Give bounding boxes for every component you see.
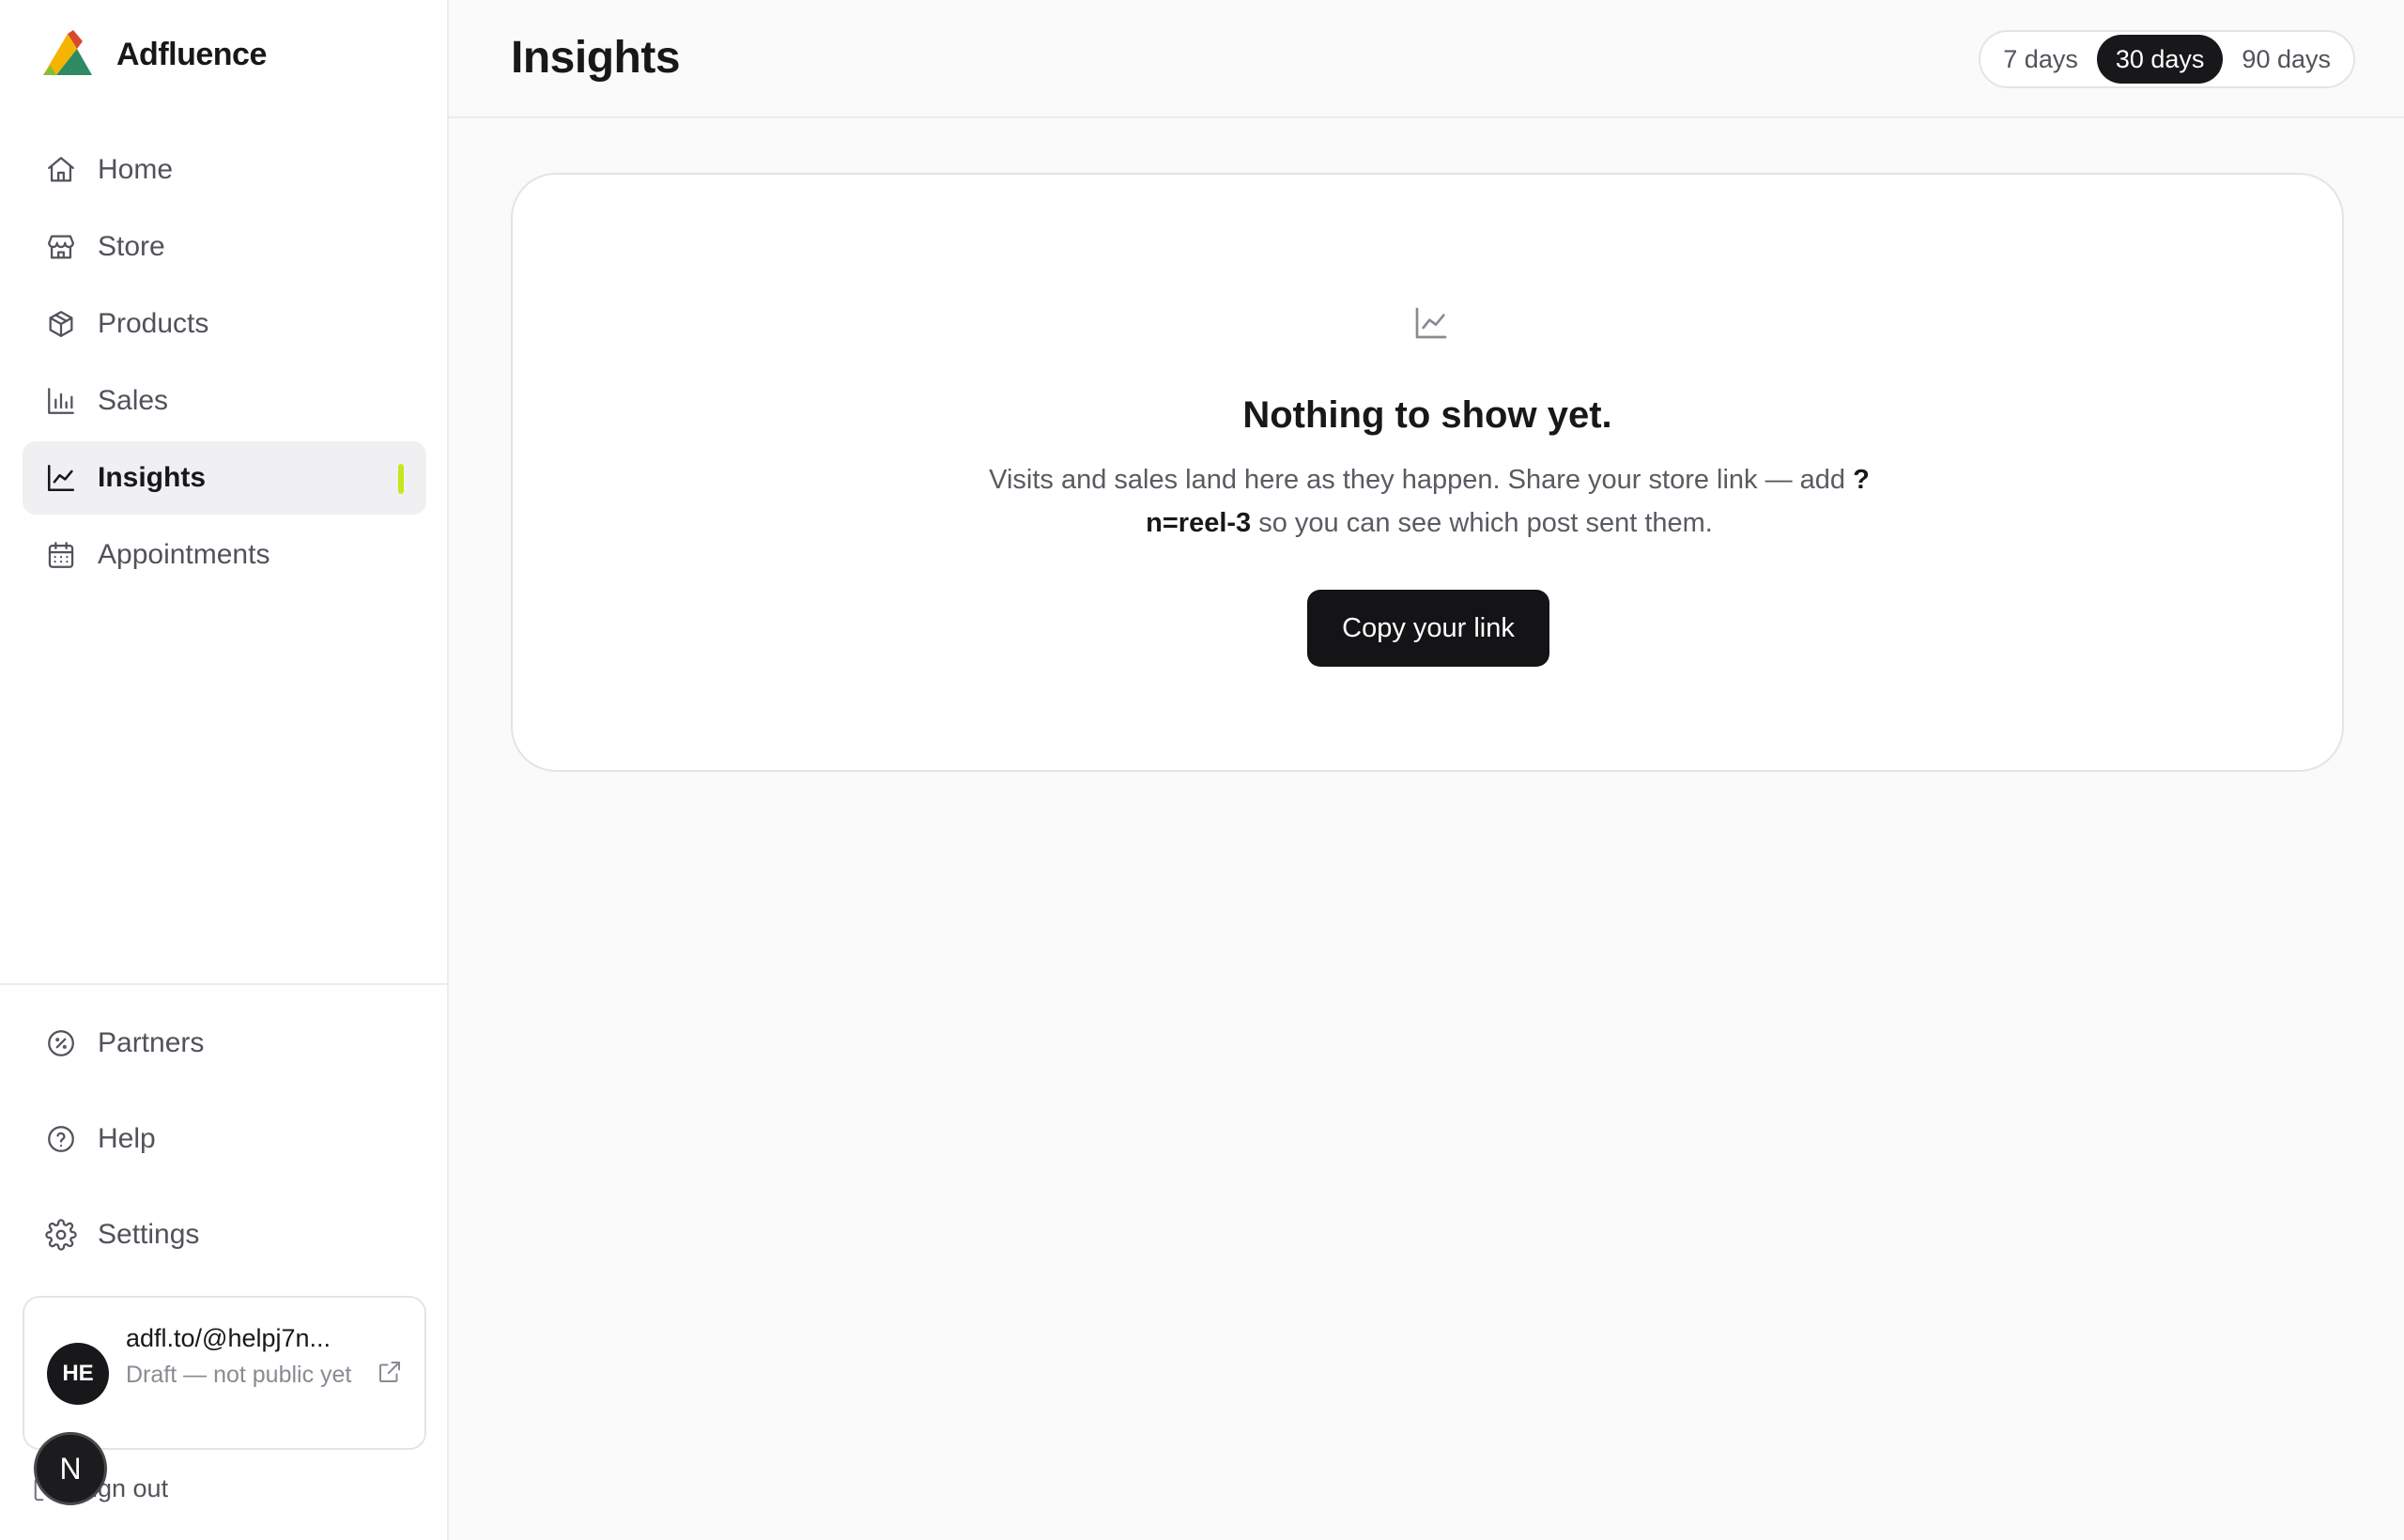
sidebar-item-label: Settings (98, 1219, 200, 1250)
sidebar-item-appointments[interactable]: Appointments (23, 518, 426, 592)
page-header: Insights 7 days 30 days 90 days (449, 0, 2404, 118)
sidebar-divider (0, 983, 447, 985)
profile-url: adfl.to/@helpj7n... (126, 1324, 331, 1352)
sidebar-item-settings[interactable]: Settings (23, 1198, 426, 1271)
sidebar-item-help[interactable]: Help (23, 1102, 426, 1176)
bar-chart-icon (45, 385, 77, 417)
sidebar-item-label: Appointments (98, 539, 270, 570)
help-circle-icon (45, 1123, 77, 1155)
range-90-days[interactable]: 90 days (2223, 35, 2350, 84)
profile-status: Draft — not public yet (126, 1362, 352, 1388)
adfluence-logo (43, 30, 92, 75)
external-link-icon[interactable] (376, 1358, 404, 1386)
page-title: Insights (511, 33, 681, 83)
sidebar-item-home[interactable]: Home (23, 133, 426, 207)
active-indicator (398, 464, 404, 494)
copy-link-button[interactable]: Copy your link (1307, 590, 1549, 667)
empty-desc-part1: Visits and sales land here as they happe… (989, 465, 1854, 495)
brand-name: Adfluence (116, 36, 267, 72)
date-range-toggle: 7 days 30 days 90 days (1979, 30, 2355, 88)
empty-state-card: Nothing to show yet. Visits and sales la… (511, 173, 2344, 772)
empty-desc-part2: so you can see which post sent them. (1251, 508, 1713, 538)
sidebar: Adfluence Home Store Products Sales Insi… (0, 0, 449, 1540)
sidebar-item-sales[interactable]: Sales (23, 364, 426, 438)
range-30-days[interactable]: 30 days (2096, 35, 2224, 84)
sidebar-item-label: Help (98, 1123, 156, 1154)
secondary-nav: Partners Help Settings (23, 1007, 426, 1294)
main-nav: Home Store Products Sales Insights Appoi… (23, 133, 426, 595)
store-icon (45, 231, 77, 263)
sidebar-item-label: Home (98, 154, 174, 185)
floating-badge[interactable]: N (34, 1432, 107, 1505)
sidebar-item-label: Products (98, 308, 209, 339)
brand[interactable]: Adfluence (39, 28, 267, 81)
range-7-days[interactable]: 7 days (1984, 35, 2097, 84)
box-icon (45, 308, 77, 340)
line-chart-icon (45, 462, 77, 494)
gear-icon (45, 1219, 77, 1251)
sidebar-item-label: Sales (98, 385, 169, 416)
profile-card[interactable]: HE adfl.to/@helpj7n... Draft — not publi… (23, 1296, 426, 1450)
avatar: HE (47, 1343, 109, 1405)
calendar-icon (45, 539, 77, 571)
sidebar-item-store[interactable]: Store (23, 210, 426, 284)
sidebar-item-products[interactable]: Products (23, 287, 426, 361)
sidebar-item-label: Store (98, 231, 165, 262)
badge-percent-icon (45, 1027, 77, 1059)
sidebar-item-partners[interactable]: Partners (23, 1007, 426, 1080)
sidebar-item-insights[interactable]: Insights (23, 441, 426, 515)
line-chart-icon (1415, 307, 1447, 339)
home-icon (45, 154, 77, 186)
sidebar-item-label: Insights (98, 462, 207, 493)
empty-state-description: Visits and sales land here as they happe… (960, 458, 1899, 545)
sidebar-item-label: Partners (98, 1027, 205, 1058)
empty-state-title: Nothing to show yet. (1242, 394, 1612, 436)
